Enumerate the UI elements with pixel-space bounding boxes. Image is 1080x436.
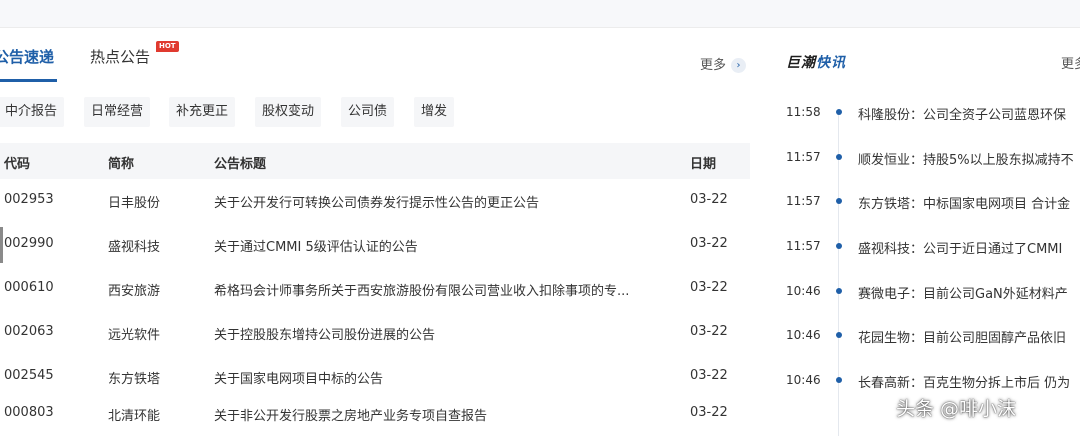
filter-chip[interactable]: 中介报告: [0, 97, 65, 127]
table-row: 000610 西安旅游 希格玛会计师事务所关于西安旅游股份有限公司营业收入扣除事…: [0, 267, 750, 311]
news-text[interactable]: 长春高新：百克生物分拆上市后 仍为: [858, 372, 1070, 391]
filter-chip[interactable]: 公司债: [341, 97, 395, 127]
watermark: 头条 @啡小沫: [896, 398, 1017, 420]
timeline-dot-icon: [836, 377, 842, 383]
news-time: 10:46: [786, 373, 821, 387]
cell-title[interactable]: 关于控股股东增持公司股份进展的公告: [214, 324, 435, 343]
active-tab-underline: [0, 79, 57, 82]
news-title-part-a: 巨潮: [786, 55, 816, 71]
cell-name[interactable]: 远光软件: [108, 324, 160, 343]
news-item[interactable]: 11:57 东方铁塔：中标国家电网项目 合计金: [786, 194, 1080, 238]
cell-code: 000610: [4, 280, 54, 295]
announcement-tabs: 公告速递 热点公告 HOT 更多 ›: [0, 28, 760, 84]
cell-date: 03-22: [690, 405, 728, 420]
cell-code: 002063: [4, 324, 54, 339]
cell-code: 002953: [4, 192, 54, 207]
news-item[interactable]: 10:46 赛微电子：目前公司GaN外延材料产: [786, 284, 1080, 328]
cell-title[interactable]: 关于公开发行可转换公司债券发行提示性公告的更正公告: [214, 192, 539, 211]
announcements-more-link[interactable]: 更多 ›: [700, 54, 747, 73]
cell-date: 03-22: [690, 236, 728, 251]
header-name: 简称: [108, 157, 135, 172]
cell-name[interactable]: 西安旅游: [108, 280, 160, 299]
news-text[interactable]: 盛视科技：公司于近日通过了CMMI: [858, 238, 1062, 257]
news-more-link[interactable]: 更多: [1061, 53, 1080, 72]
news-item[interactable]: 11:57 顺发恒业：持股5%以上股东拟减持不: [786, 150, 1080, 194]
hot-badge: HOT: [156, 41, 179, 52]
news-time: 10:46: [786, 284, 821, 298]
cell-name[interactable]: 北清环能: [108, 405, 160, 424]
cell-name[interactable]: 盛视科技: [108, 236, 160, 255]
top-bar: [0, 0, 1080, 28]
table-row: 002990 盛视科技 关于通过CMMI 5级评估认证的公告 03-22: [0, 223, 750, 267]
header-code: 代码: [4, 157, 31, 172]
table-row: 000803 北清环能 关于非公开发行股票之房地产业务专项自查报告 03-22: [0, 392, 750, 436]
timeline-dot-icon: [836, 288, 842, 294]
filter-chip[interactable]: 股权变动: [255, 97, 322, 127]
cell-title[interactable]: 关于国家电网项目中标的公告: [214, 368, 383, 387]
chevron-right-icon: ›: [731, 58, 747, 73]
news-time: 11:57: [786, 194, 821, 208]
filter-chips: 中介报告 日常经营 补充更正 股权变动 公司债 增发: [0, 97, 760, 127]
cell-date: 03-22: [690, 280, 728, 295]
more-label: 更多: [700, 58, 727, 73]
cell-date: 03-22: [690, 368, 728, 383]
news-item[interactable]: 10:46 花园生物：目前公司胆固醇产品依旧: [786, 328, 1080, 372]
news-title-part-b: 快讯: [816, 55, 846, 71]
table-row: 002953 日丰股份 关于公开发行可转换公司债券发行提示性公告的更正公告 03…: [0, 179, 750, 223]
table-header: 代码 简称 公告标题 日期: [0, 143, 750, 179]
news-text[interactable]: 顺发恒业：持股5%以上股东拟减持不: [858, 149, 1074, 168]
filter-chip[interactable]: 补充更正: [169, 97, 236, 127]
cell-name[interactable]: 日丰股份: [108, 192, 160, 211]
cell-code: 002990: [4, 236, 54, 251]
news-text[interactable]: 科隆股份：公司全资子公司蓝恩环保: [858, 104, 1066, 123]
news-panel-title: 巨潮快讯: [786, 52, 846, 72]
news-text[interactable]: 赛微电子：目前公司GaN外延材料产: [858, 283, 1068, 302]
cell-date: 03-22: [690, 324, 728, 339]
news-time: 11:57: [786, 150, 821, 164]
timeline-dot-icon: [836, 243, 842, 249]
timeline-dot-icon: [836, 198, 842, 204]
cell-code: 000803: [4, 405, 54, 420]
cell-code: 002545: [4, 368, 54, 383]
row-marker: [0, 227, 3, 263]
cell-title[interactable]: 关于非公开发行股票之房地产业务专项自查报告: [214, 405, 487, 424]
news-time: 11:58: [786, 105, 821, 119]
news-text[interactable]: 东方铁塔：中标国家电网项目 合计金: [858, 193, 1070, 212]
cell-name[interactable]: 东方铁塔: [108, 368, 160, 387]
header-title: 公告标题: [214, 157, 267, 172]
filter-chip[interactable]: 日常经营: [84, 97, 151, 127]
cell-date: 03-22: [690, 192, 728, 207]
cell-title[interactable]: 希格玛会计师事务所关于西安旅游股份有限公司营业收入扣除事项的专...: [214, 280, 629, 299]
timeline-dot-icon: [836, 332, 842, 338]
tab-announcements[interactable]: 公告速递: [0, 46, 54, 67]
cell-title[interactable]: 关于通过CMMI 5级评估认证的公告: [214, 236, 418, 255]
news-item[interactable]: 11:58 科隆股份：公司全资子公司蓝恩环保: [786, 105, 1080, 149]
header-date: 日期: [690, 157, 717, 172]
news-text[interactable]: 花园生物：目前公司胆固醇产品依旧: [858, 327, 1066, 346]
news-time: 10:46: [786, 328, 821, 342]
filter-chip[interactable]: 增发: [414, 97, 455, 127]
timeline-dot-icon: [836, 109, 842, 115]
news-time: 11:57: [786, 239, 821, 253]
news-item[interactable]: 11:57 盛视科技：公司于近日通过了CMMI: [786, 239, 1080, 283]
table-row: 002063 远光软件 关于控股股东增持公司股份进展的公告 03-22: [0, 311, 750, 355]
timeline-dot-icon: [836, 154, 842, 160]
tab-hot-announcements[interactable]: 热点公告: [90, 46, 150, 67]
